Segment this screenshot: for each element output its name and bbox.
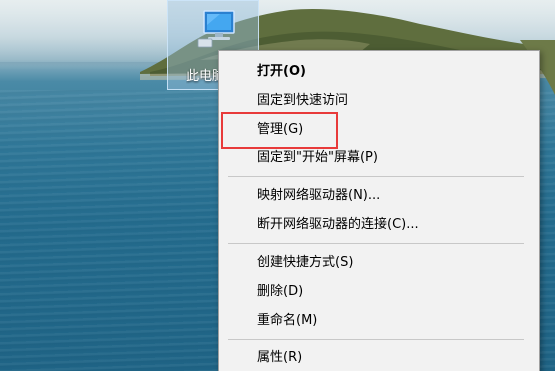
this-pc-icon <box>197 10 235 48</box>
annotation-highlight-box <box>221 112 338 149</box>
context-menu: 打开(O) 固定到快速访问 管理(G) 固定到"开始"屏幕(P) 映射网络驱动器… <box>218 50 540 371</box>
menu-item-disconnect-network-drive[interactable]: 断开网络驱动器的连接(C)... <box>219 213 539 237</box>
menu-item-delete[interactable]: 删除(D) <box>219 280 539 304</box>
menu-item-pin-quick-access[interactable]: 固定到快速访问 <box>219 89 539 113</box>
menu-separator <box>228 339 524 340</box>
menu-separator <box>228 243 524 244</box>
menu-item-open[interactable]: 打开(O) <box>219 60 539 84</box>
menu-item-pin-start[interactable]: 固定到"开始"屏幕(P) <box>219 146 539 170</box>
menu-item-rename[interactable]: 重命名(M) <box>219 309 539 333</box>
menu-item-properties[interactable]: 属性(R) <box>219 346 539 370</box>
menu-separator <box>228 176 524 177</box>
menu-item-map-network-drive[interactable]: 映射网络驱动器(N)... <box>219 184 539 208</box>
menu-item-create-shortcut[interactable]: 创建快捷方式(S) <box>219 251 539 275</box>
